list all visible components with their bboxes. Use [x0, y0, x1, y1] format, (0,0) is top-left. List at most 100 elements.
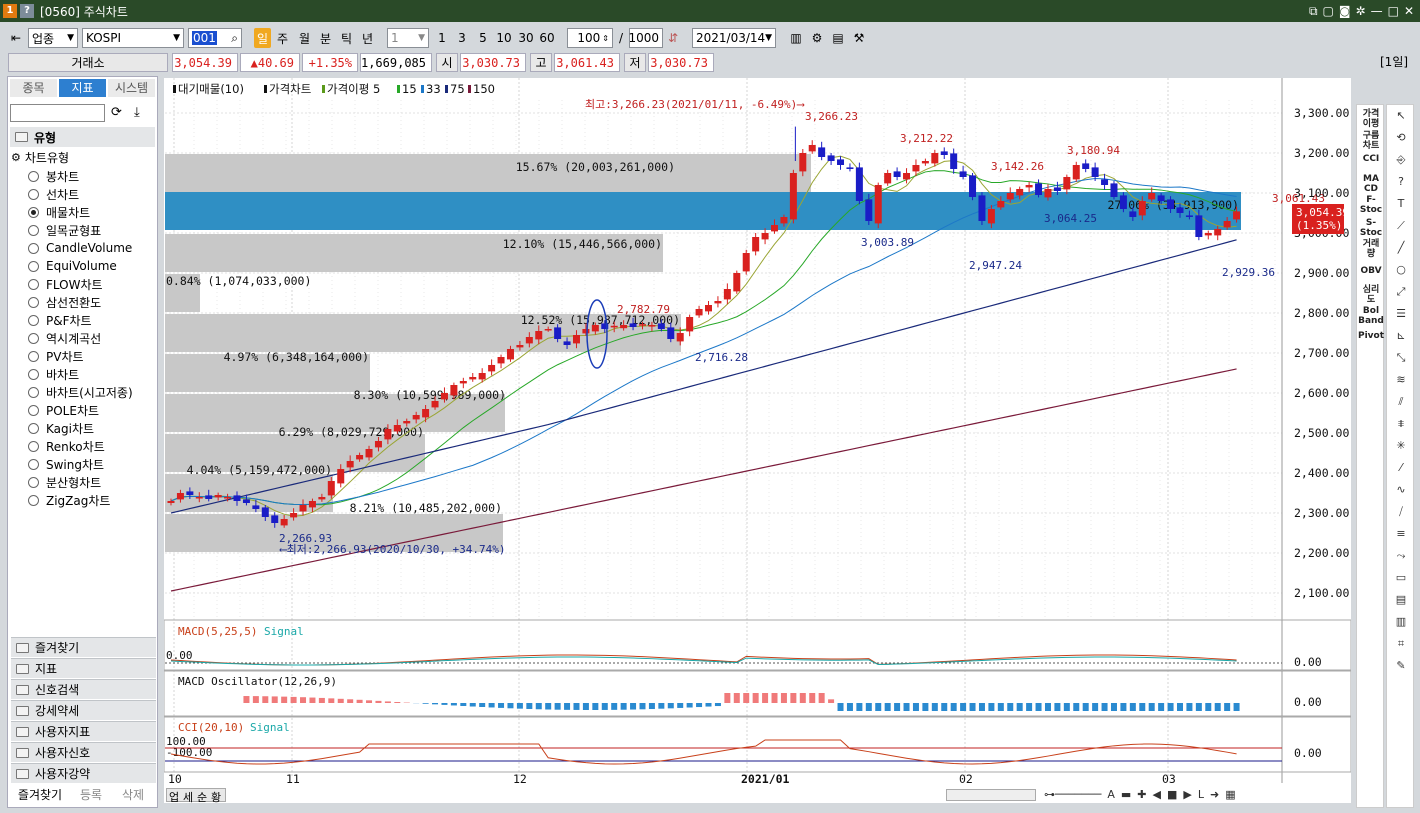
drawing-tool-icon-2[interactable]: ⎆ — [1391, 152, 1411, 168]
arrow-right-icon[interactable]: ➜ — [1210, 788, 1219, 802]
drawing-tool-icon-13[interactable]: ⫽ — [1391, 394, 1411, 410]
search-icon[interactable]: ⌕ — [231, 31, 238, 46]
bottom-button-1[interactable]: 업 — [167, 789, 181, 804]
radio-icon[interactable] — [28, 440, 39, 452]
drawing-tool-icon-10[interactable]: ⊾ — [1391, 328, 1411, 344]
indicator-5[interactable]: S- Stoc — [1358, 218, 1384, 238]
tab-favorites[interactable]: 즐겨찾기 — [10, 785, 70, 805]
indicator-4[interactable]: F- Stoc — [1358, 195, 1384, 215]
drawing-tool-icon-12[interactable]: ≋ — [1391, 372, 1411, 388]
indicator-0[interactable]: 가격 이평 — [1358, 109, 1384, 129]
indicator-9[interactable]: Bol Band — [1358, 306, 1384, 326]
tree-root[interactable]: ⚙ 차트유형 — [11, 149, 69, 166]
chart-type-1[interactable]: 선차트 — [28, 185, 79, 203]
step-3[interactable]: 3 — [455, 28, 469, 48]
horizontal-scrollbar[interactable] — [946, 789, 1036, 801]
drawing-tool-icon-0[interactable]: ↖ — [1391, 108, 1411, 124]
search-input[interactable] — [10, 104, 105, 122]
tab-system[interactable]: 시스템 — [108, 79, 155, 97]
tab-indicator[interactable]: 지표 — [59, 79, 106, 97]
chart-type-6[interactable]: FLOW차트 — [28, 275, 103, 293]
link-icon[interactable]: ⧉ — [1309, 4, 1318, 19]
radio-icon[interactable] — [28, 260, 39, 272]
indicator-2[interactable]: CCI — [1358, 154, 1384, 164]
market-type-select[interactable]: 업종 ▼ — [28, 28, 78, 48]
next-icon[interactable]: ▶ — [1183, 788, 1191, 802]
download-icon[interactable]: ⤓ — [134, 105, 140, 120]
price-chart[interactable]: 15.67% (20,003,261,000) 12.10% (15,446,56… — [164, 78, 1351, 803]
plus-icon[interactable]: ✚ — [1137, 788, 1146, 802]
chart-type-18[interactable]: ZigZag차트 — [28, 491, 110, 509]
code-input[interactable]: 001 ⌕ — [188, 28, 242, 48]
chart-type-12[interactable]: 바차트(시고저종) — [28, 383, 133, 401]
save-icon[interactable]: ▤ — [830, 28, 846, 48]
close-icon[interactable]: ✕ — [1404, 4, 1414, 18]
drawing-tool-icon-5[interactable]: ⟋ — [1391, 218, 1411, 234]
radio-icon[interactable] — [28, 188, 39, 200]
chart-type-7[interactable]: 삼선전환도 — [28, 293, 101, 311]
register-button[interactable]: 등록 — [70, 785, 112, 805]
bottom-button-4[interactable]: 황 — [209, 789, 223, 804]
spin-icon[interactable]: ⇕ — [602, 34, 609, 43]
step-5[interactable]: 5 — [476, 28, 490, 48]
chart-type-9[interactable]: 역시계곡선 — [28, 329, 101, 347]
indicator-1[interactable]: 구름 차트 — [1358, 131, 1384, 151]
drawing-tool-icon-16[interactable]: ⁄ — [1391, 460, 1411, 476]
chart-type-13[interactable]: POLE차트 — [28, 401, 99, 419]
chart-type-2[interactable]: 매물차트 — [28, 203, 90, 221]
folder-item-3[interactable]: 강세약세 — [11, 700, 156, 720]
drawing-tool-icon-17[interactable]: ∿ — [1391, 482, 1411, 498]
radio-icon[interactable] — [28, 368, 39, 380]
indicator-8[interactable]: 심리 도 — [1358, 285, 1384, 305]
section-header[interactable]: 유형 — [10, 127, 155, 147]
indicator-7[interactable]: OBV — [1358, 266, 1384, 276]
radio-icon[interactable] — [28, 476, 39, 488]
radio-icon[interactable] — [28, 350, 39, 362]
radio-icon[interactable] — [28, 296, 39, 308]
drawing-tool-icon-15[interactable]: ✳ — [1391, 438, 1411, 454]
chart-type-5[interactable]: EquiVolume — [28, 257, 117, 275]
delete-button[interactable]: 삭제 — [112, 785, 154, 805]
drawing-tool-icon-23[interactable]: ▥ — [1391, 614, 1411, 630]
period-minute[interactable]: 분 — [317, 28, 334, 48]
help-icon[interactable]: ? — [20, 4, 34, 18]
chart-type-11[interactable]: 바차트 — [28, 365, 79, 383]
drawing-tool-icon-4[interactable]: T — [1391, 196, 1411, 212]
step-30[interactable]: 30 — [517, 28, 535, 48]
minus-icon[interactable]: ▬ — [1121, 788, 1131, 802]
interval-select[interactable]: 1 ▼ — [387, 28, 429, 48]
drawing-tool-icon-3[interactable]: ? — [1391, 174, 1411, 190]
radio-icon[interactable] — [28, 404, 39, 416]
period-tick[interactable]: 틱 — [338, 28, 355, 48]
layout-icon[interactable]: L — [1198, 788, 1204, 802]
radio-icon[interactable] — [28, 386, 39, 398]
drawing-tool-icon-25[interactable]: ✎ — [1391, 658, 1411, 674]
chart-type-4[interactable]: CandleVolume — [28, 239, 132, 257]
prev-icon[interactable]: ◀ — [1153, 788, 1161, 802]
drawing-tool-icon-6[interactable]: ╱ — [1391, 240, 1411, 256]
drawing-tool-icon-18[interactable]: ⧸ — [1391, 504, 1411, 520]
radio-icon[interactable] — [28, 170, 39, 182]
folder-item-5[interactable]: 사용자신호 — [11, 742, 156, 762]
table-icon[interactable]: ▦ — [1225, 788, 1235, 802]
stop-icon[interactable]: ■ — [1167, 788, 1177, 802]
indicator-6[interactable]: 거래 량 — [1358, 239, 1384, 259]
font-icon[interactable]: A — [1107, 788, 1115, 802]
radio-icon[interactable] — [28, 332, 39, 344]
chart-type-3[interactable]: 일목균형표 — [28, 221, 101, 239]
chart-type-14[interactable]: Kagi차트 — [28, 419, 94, 437]
refresh-icon[interactable]: ⟳ — [111, 105, 122, 120]
chart-type-16[interactable]: Swing차트 — [28, 455, 104, 473]
drawing-tool-icon-1[interactable]: ⟲ — [1391, 130, 1411, 146]
folder-item-6[interactable]: 사용자강약 — [11, 763, 156, 783]
radio-icon[interactable] — [28, 206, 39, 218]
chart-icon[interactable]: ▥ — [788, 28, 804, 48]
period-week[interactable]: 주 — [274, 28, 291, 48]
camera-icon[interactable]: ◙ — [1339, 4, 1351, 18]
bottom-button-3[interactable]: 순 — [195, 789, 209, 804]
radio-icon[interactable] — [28, 494, 39, 506]
radio-icon[interactable] — [28, 422, 39, 434]
folder-item-2[interactable]: 신호검색 — [11, 679, 156, 699]
drawing-tool-icon-24[interactable]: ⌗ — [1391, 636, 1411, 652]
drawing-tool-icon-9[interactable]: ☰ — [1391, 306, 1411, 322]
